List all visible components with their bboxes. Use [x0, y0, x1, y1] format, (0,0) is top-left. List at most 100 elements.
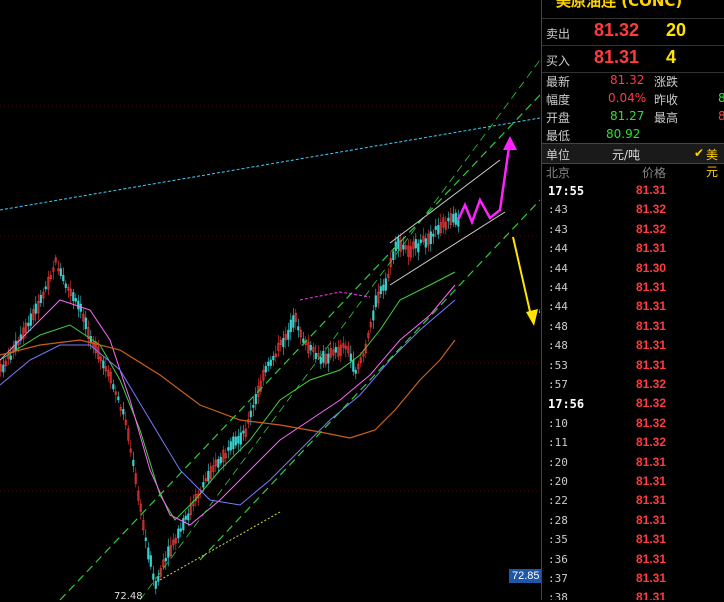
tick-row: :57 81.32 [542, 375, 724, 394]
tick-price: 81.31 [636, 357, 667, 372]
candle-body [232, 436, 235, 450]
sell-label: 卖出 [546, 27, 571, 41]
tick-time: :20 [548, 475, 568, 488]
candlestick-chart[interactable] [0, 0, 540, 600]
tick-price: 81.32 [636, 435, 667, 450]
instrument-title: 美原油连 (CONC) [556, 0, 683, 10]
tick-row: :48 81.31 [542, 336, 724, 355]
sell-row[interactable]: 卖出 81.32 20 [542, 18, 724, 45]
candle-body [454, 212, 457, 225]
tick-row: :28 81.31 [542, 511, 724, 530]
candle-body [302, 338, 305, 343]
candle-body [149, 555, 152, 567]
sell-price: 81.32 [594, 20, 640, 40]
candle-body [14, 340, 17, 351]
ticks-header-location: 北京 [546, 166, 571, 180]
candle-body [79, 303, 82, 312]
tick-time: :44 [548, 242, 568, 256]
open-value: 81.27 [610, 109, 645, 123]
tick-row: 17:55 81.31 [542, 181, 724, 200]
candle-body [437, 225, 440, 235]
tick-row: :22 81.31 [542, 491, 724, 510]
trendline-drawings [0, 59, 540, 600]
buy-price: 81.31 [594, 47, 640, 67]
open-label: 开盘 [546, 111, 571, 125]
tick-row: :43 81.32 [542, 220, 724, 239]
candle-body [227, 447, 230, 451]
candle-body [219, 456, 222, 464]
tick-row: :20 81.31 [542, 472, 724, 491]
tick-price: 81.31 [636, 590, 667, 600]
checkmark-icon[interactable]: ✔ [694, 146, 704, 160]
buy-row[interactable]: 买入 81.31 4 [542, 45, 724, 73]
candle-body [267, 361, 270, 366]
tick-time: :22 [548, 494, 568, 508]
tick-row: :10 81.32 [542, 414, 724, 433]
tick-time: :44 [548, 281, 568, 294]
tick-price: 81.32 [636, 202, 667, 217]
tick-time: :10 [548, 416, 568, 430]
tick-price: 81.32 [636, 377, 667, 391]
candle-body [352, 359, 355, 372]
tick-time: 17:56 [548, 397, 585, 412]
prev-close-label: 昨收 [654, 93, 679, 107]
candle-body [122, 409, 125, 415]
high-value: 8 [718, 109, 724, 123]
ma-line-magenta [0, 284, 456, 526]
tick-time: :44 [548, 300, 568, 314]
candle-body [322, 350, 325, 363]
candle-body [432, 233, 435, 237]
tick-row: :44 81.31 [542, 297, 724, 316]
candle-body [282, 337, 285, 348]
candle-body [34, 303, 37, 314]
tick-row: :35 81.31 [542, 530, 724, 549]
candle-body [132, 459, 135, 467]
low-label: 最低 [546, 129, 571, 143]
candle-body [397, 237, 400, 249]
change-label: 涨跌 [654, 75, 679, 89]
tick-row: :43 81.32 [542, 200, 724, 219]
candle-body [217, 459, 220, 468]
candle-body [179, 528, 182, 532]
unit-value: 元/吨 [612, 148, 641, 162]
buy-qty: 4 [666, 47, 677, 67]
tick-price: 81.31 [636, 571, 667, 585]
candle-body [327, 353, 330, 364]
candle-body [207, 470, 210, 482]
buy-label: 买入 [546, 54, 571, 68]
candle-body [229, 441, 232, 451]
tick-row: :38 81.31 [542, 588, 724, 600]
candle-body [117, 396, 120, 401]
candle-body [62, 274, 65, 282]
candle-body [147, 547, 150, 560]
tick-time: :35 [548, 533, 568, 547]
candle-body [289, 319, 292, 333]
sell-qty: 20 [666, 20, 687, 40]
unit-bar[interactable]: 单位 元/吨 ✔ 美元 [542, 143, 724, 179]
candle-body [167, 546, 170, 558]
low-price-marker: 72.48 [114, 591, 143, 602]
tick-price: 81.31 [636, 454, 667, 469]
candle-body [77, 300, 80, 310]
candle-body [39, 294, 42, 304]
candle-body [64, 283, 67, 288]
tick-row: 17:56 81.32 [542, 394, 724, 413]
tick-time: :36 [548, 552, 568, 566]
amplitude-value: 0.04% [608, 91, 647, 105]
channel-line-upper [59, 94, 540, 600]
ma-line-purple [0, 299, 456, 506]
candle-body [372, 310, 375, 321]
candle-body [84, 317, 87, 330]
candle-body [319, 357, 322, 364]
price-axis-tag: 72.85 [509, 569, 543, 583]
candle-body [187, 513, 190, 521]
tick-price: 81.30 [636, 260, 667, 275]
tick-price: 81.31 [636, 493, 667, 508]
currency-toggle[interactable]: 美元 [706, 146, 724, 180]
candle-body [152, 573, 155, 580]
tick-price: 81.32 [636, 221, 667, 236]
candle-body [29, 313, 32, 326]
candle-body [144, 537, 147, 542]
down-arrowhead-yellow [526, 309, 538, 326]
candle-body [402, 244, 405, 250]
